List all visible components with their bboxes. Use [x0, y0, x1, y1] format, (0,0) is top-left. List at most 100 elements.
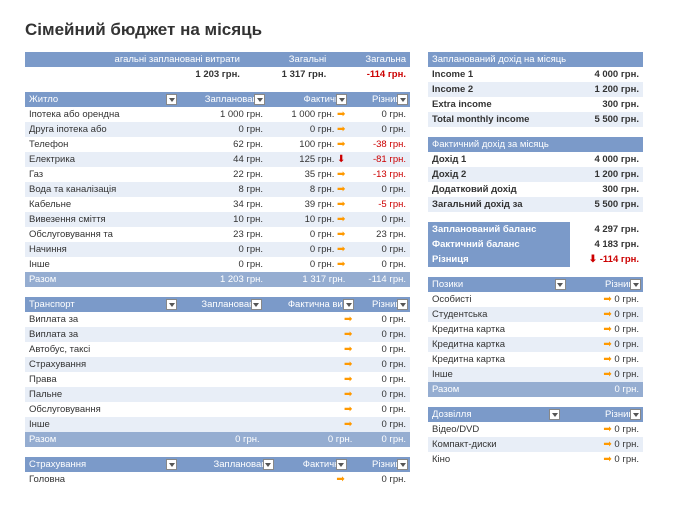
- table-row: Інше0 грн.0 грн. ➡0 грн.: [25, 257, 410, 272]
- cell-fact: 35 грн. ➡: [267, 167, 349, 182]
- col-header[interactable]: Транспорт: [25, 297, 179, 312]
- cell-plan: 62 грн.: [179, 137, 267, 152]
- cell-plan: 0 грн.: [179, 122, 267, 137]
- dropdown-icon[interactable]: [251, 299, 262, 310]
- row-label: Income 2: [428, 82, 571, 97]
- cell-diff: 0 грн.: [356, 327, 410, 342]
- arrow-right-icon: ➡: [603, 309, 611, 320]
- col-header[interactable]: Різниця: [568, 277, 643, 292]
- col-header[interactable]: Фактична витр: [264, 297, 357, 312]
- row-label: Вивезення сміття: [25, 212, 179, 227]
- dropdown-icon[interactable]: [397, 459, 408, 470]
- balance-row: Запланований баланс4 297 грн.: [428, 222, 643, 237]
- dropdown-icon[interactable]: [166, 299, 177, 310]
- arrow-right-icon: ➡: [337, 229, 345, 240]
- dropdown-icon[interactable]: [254, 94, 265, 105]
- arrow-right-icon: ➡: [344, 359, 352, 370]
- cell-fact: 1 000 грн. ➡: [267, 107, 349, 122]
- row-label: Інше: [25, 417, 179, 432]
- row-label: Кредитна картка: [428, 322, 568, 337]
- table-row: Газ22 грн.35 грн. ➡-13 грн.: [25, 167, 410, 182]
- row-label: Пальне: [25, 387, 179, 402]
- col-header[interactable]: Запланована: [179, 92, 267, 107]
- cell-diff: 0 грн.: [356, 342, 410, 357]
- table-row: Виплата за ➡0 грн.: [25, 312, 410, 327]
- table-row: Обслуговування та23 грн.0 грн. ➡23 грн.: [25, 227, 410, 242]
- cell-plan: [179, 387, 264, 402]
- cell-plan: 0 грн.: [179, 242, 267, 257]
- col-header[interactable]: Різниця: [349, 92, 410, 107]
- col-header[interactable]: Житло: [25, 92, 179, 107]
- table-row: Інше ➡0 грн.: [25, 417, 410, 432]
- dropdown-icon[interactable]: [166, 94, 177, 105]
- arrow-right-icon: ➡: [337, 184, 345, 195]
- table-row: Обслуговування ➡0 грн.: [25, 402, 410, 417]
- arrow-right-icon: ➡: [337, 109, 345, 120]
- cell-diff: -81 грн.: [349, 152, 410, 167]
- table-row: Total monthly income5 500 грн.: [428, 112, 643, 127]
- table-row: Вода та каналізація8 грн.8 грн. ➡0 грн.: [25, 182, 410, 197]
- row-label: Особисті: [428, 292, 568, 307]
- section-header: Фактичний дохід за місяць: [428, 137, 643, 152]
- dropdown-icon[interactable]: [166, 459, 177, 470]
- cell-diff: ➡ 0 грн.: [562, 422, 643, 437]
- table-row: Страхування ➡0 грн.: [25, 357, 410, 372]
- col-header[interactable]: Запланована: [179, 297, 264, 312]
- table-row: Вивезення сміття10 грн.10 грн. ➡0 грн.: [25, 212, 410, 227]
- row-label: Інше: [428, 367, 568, 382]
- balance-label: Фактичний баланс: [428, 237, 570, 252]
- dropdown-icon[interactable]: [630, 279, 641, 290]
- table-row: Компакт-диски➡ 0 грн.: [428, 437, 643, 452]
- table-row: Телефон62 грн.100 грн. ➡-38 грн.: [25, 137, 410, 152]
- col-header[interactable]: Різниця: [349, 457, 410, 472]
- sum-plan: 1 203 грн.: [54, 67, 244, 82]
- dropdown-icon[interactable]: [336, 94, 347, 105]
- balance-row: Різниця⬇ -114 грн.: [428, 252, 643, 267]
- cell-diff: 0 грн.: [349, 242, 410, 257]
- col-header[interactable]: Дозвілля: [428, 407, 562, 422]
- cell-fact: ➡: [264, 417, 357, 432]
- total-label: Разом: [25, 272, 179, 287]
- table-row: Дохід 21 200 грн.: [428, 167, 643, 182]
- transport-table: ТранспортЗапланованаФактична витрРізниця…: [25, 297, 410, 447]
- arrow-right-icon: ➡: [603, 454, 611, 465]
- table-row: Extra income300 грн.: [428, 97, 643, 112]
- col-header[interactable]: Фактична: [267, 92, 349, 107]
- dropdown-icon[interactable]: [397, 94, 408, 105]
- total-row: Разом0 грн.: [428, 382, 643, 397]
- cell-fact: ➡: [264, 312, 357, 327]
- cell-diff: 0 грн.: [349, 257, 410, 272]
- dropdown-icon[interactable]: [549, 409, 560, 420]
- row-label: Кіно: [428, 452, 562, 467]
- col-header[interactable]: Різниця: [356, 297, 410, 312]
- cell-diff: 0 грн.: [349, 182, 410, 197]
- row-label: Друга іпотека або: [25, 122, 179, 137]
- dropdown-icon[interactable]: [343, 299, 354, 310]
- total-label: Разом: [428, 382, 568, 397]
- col-header[interactable]: Страхування: [25, 457, 179, 472]
- col-header[interactable]: Позики: [428, 277, 568, 292]
- arrow-right-icon: ➡: [603, 324, 611, 335]
- col-header[interactable]: Різниця: [562, 407, 643, 422]
- arrow-right-icon: ➡: [336, 474, 344, 485]
- table-row: Особисті➡ 0 грн.: [428, 292, 643, 307]
- cell-plan: [179, 357, 264, 372]
- row-value: 1 200 грн.: [571, 82, 643, 97]
- dropdown-icon[interactable]: [555, 279, 566, 290]
- dropdown-icon[interactable]: [336, 459, 347, 470]
- table-row: Пальне ➡0 грн.: [25, 387, 410, 402]
- col-header[interactable]: Фактична: [276, 457, 349, 472]
- row-label: Електрика: [25, 152, 179, 167]
- dropdown-icon[interactable]: [630, 409, 641, 420]
- row-label: Виплата за: [25, 327, 179, 342]
- col-header[interactable]: Запланована: [179, 457, 276, 472]
- table-row: Виплата за ➡0 грн.: [25, 327, 410, 342]
- section-header: Запланований дохід на місяць: [428, 52, 643, 67]
- row-label: Компакт-диски: [428, 437, 562, 452]
- dropdown-icon[interactable]: [263, 459, 274, 470]
- dropdown-icon[interactable]: [397, 299, 408, 310]
- cell-fact: ➡: [264, 387, 357, 402]
- row-label: Начиння: [25, 242, 179, 257]
- row-label: Дохід 2: [428, 167, 568, 182]
- arrow-right-icon: ➡: [603, 369, 611, 380]
